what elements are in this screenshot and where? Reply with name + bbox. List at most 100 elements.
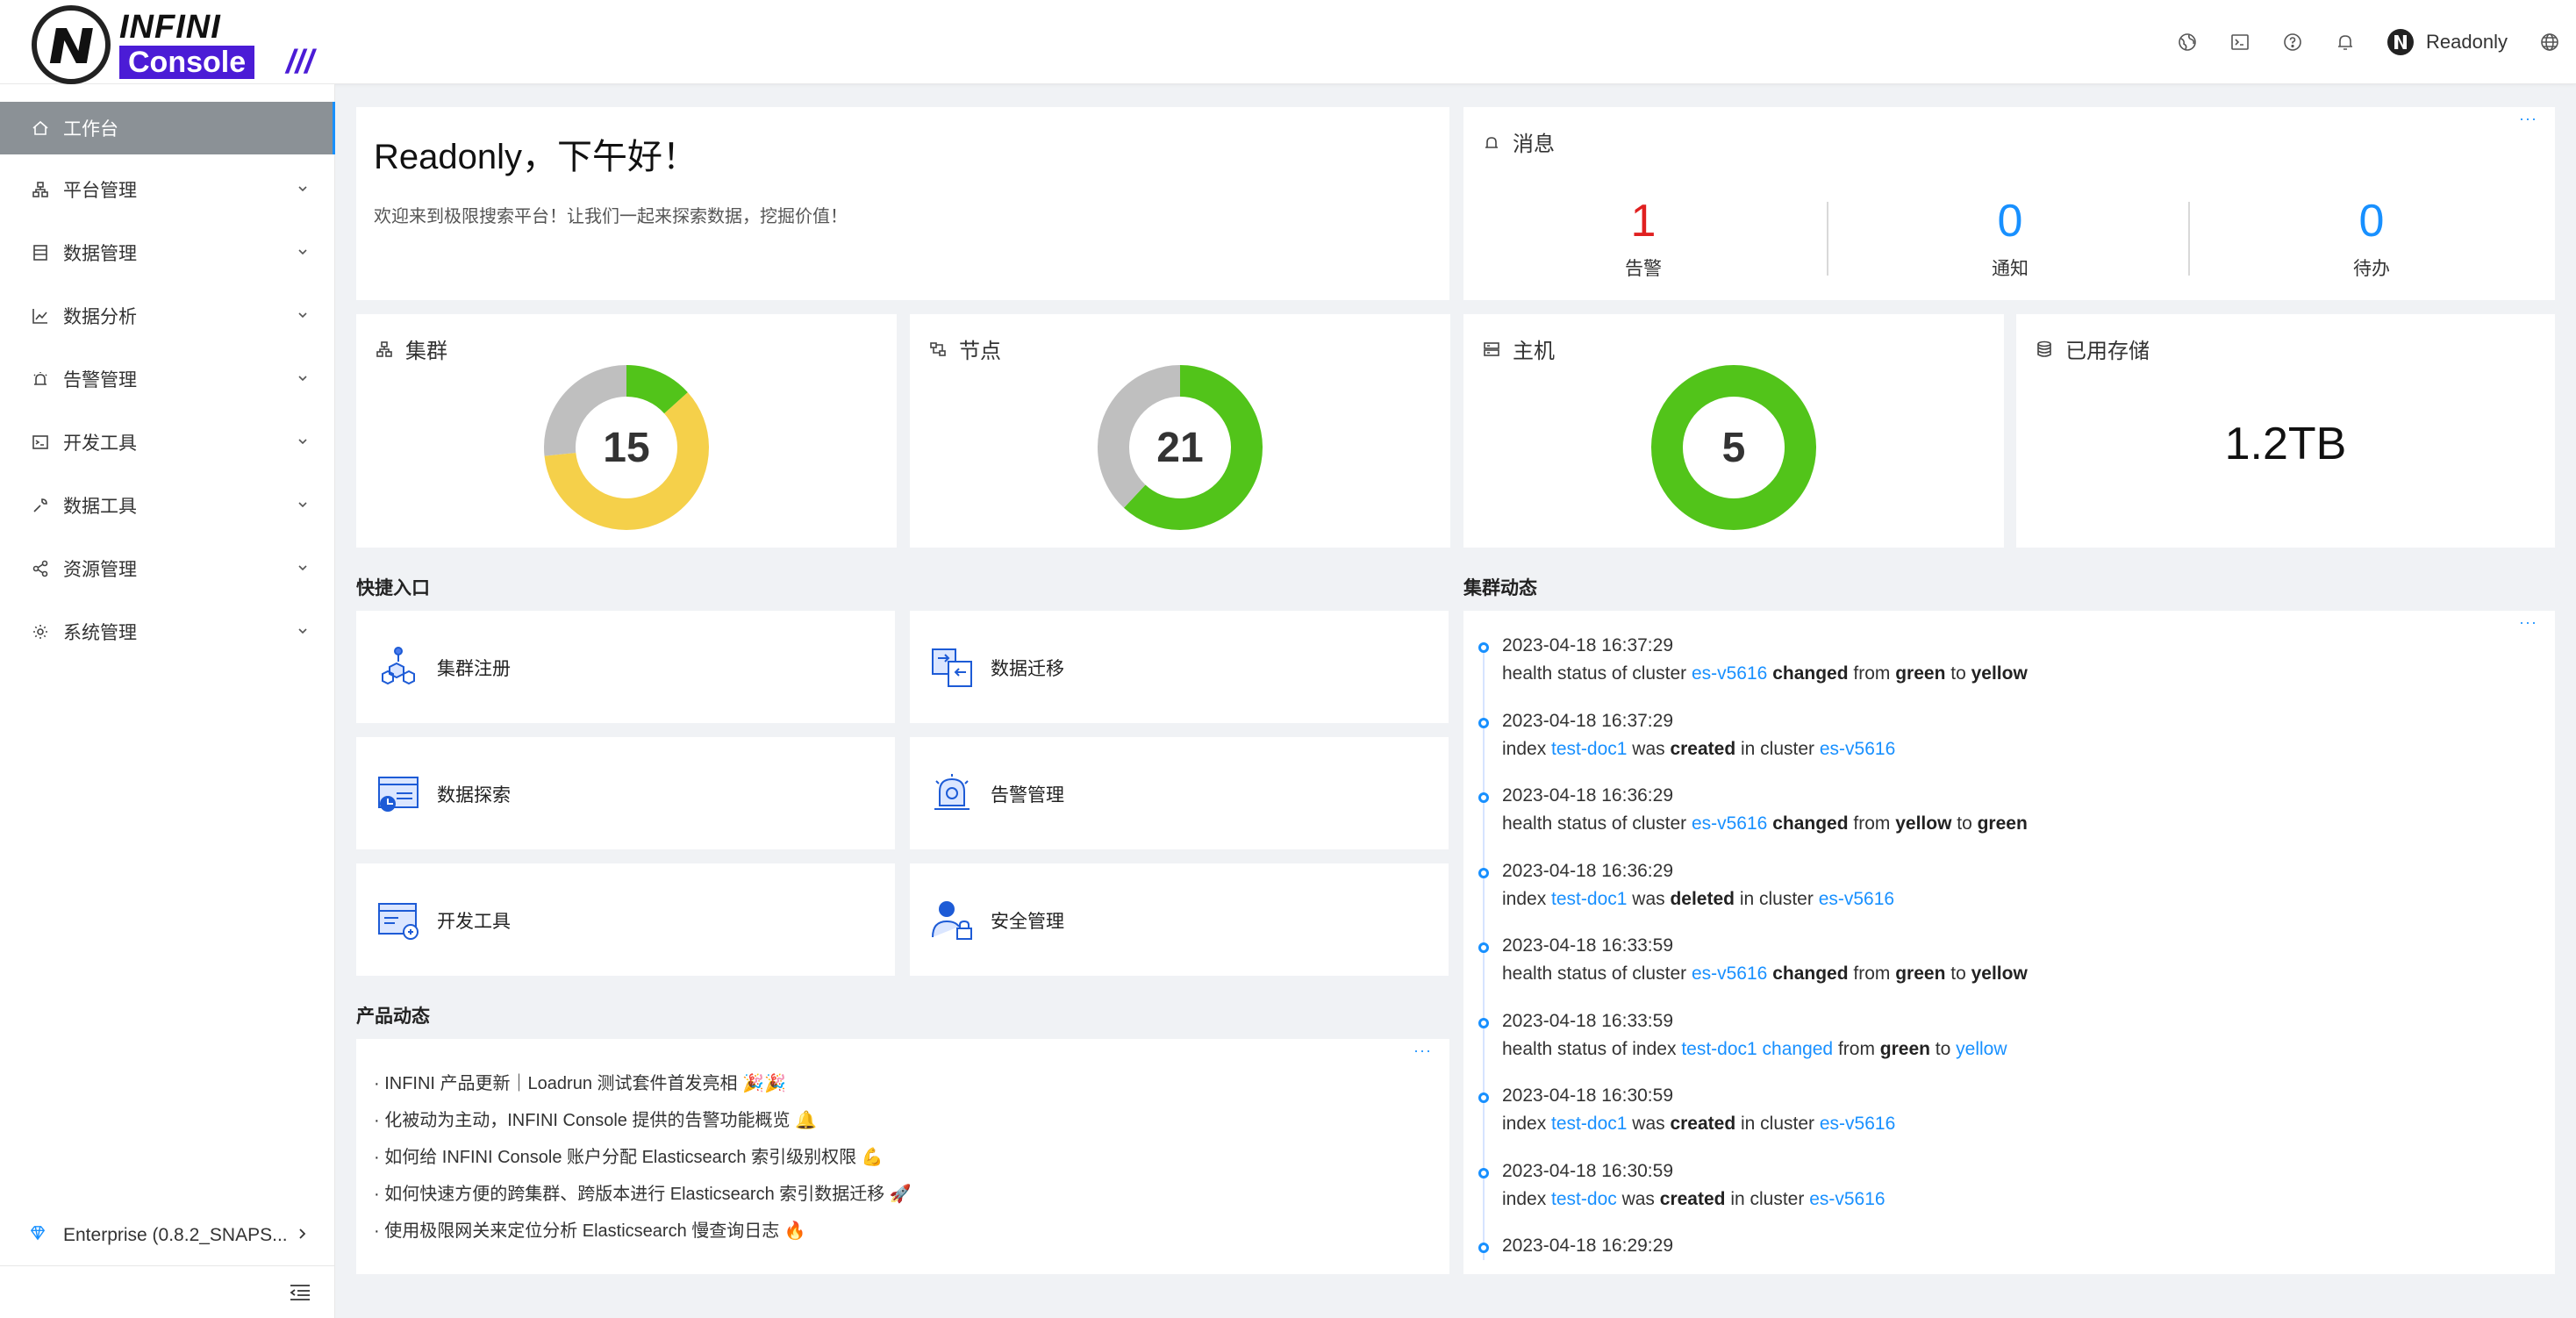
event-fragment: in cluster xyxy=(1735,738,1820,759)
event-text: index test-doc1 was created in cluster e… xyxy=(1502,739,1895,760)
edition-info[interactable]: Enterprise (0.8.2_SNAPS... xyxy=(0,1211,335,1260)
event-fragment: to xyxy=(1945,663,1971,684)
event-time: 2023-04-18 16:33:59 xyxy=(1502,1010,1673,1031)
event-link[interactable]: es-v5616 xyxy=(1692,663,1767,684)
database-icon xyxy=(2037,340,2051,357)
timeline-dot xyxy=(1478,1167,1489,1178)
event-link[interactable]: es-v5616 xyxy=(1692,813,1767,834)
news-item[interactable]: · 使用极限网关来定位分析 Elasticsearch 慢查询日志 🔥 xyxy=(374,1216,806,1242)
sidebar-item-label: 数据工具 xyxy=(63,497,137,517)
event-link[interactable]: es-v5616 xyxy=(1820,1114,1895,1134)
event-link[interactable]: es-v5616 xyxy=(1820,739,1895,759)
node-icon xyxy=(930,341,946,356)
quick-entry-label: 数据探索 xyxy=(437,785,511,806)
event-fragment: health status of cluster xyxy=(1502,813,1692,834)
host-stat-card[interactable]: 主机 5 xyxy=(1463,314,2004,548)
avatar xyxy=(2387,29,2415,55)
event-time: 2023-04-18 16:30:59 xyxy=(1502,1085,1673,1106)
event-time: 2023-04-18 16:36:29 xyxy=(1502,785,1673,806)
chevron-down-icon xyxy=(298,439,307,445)
event-fragment: index xyxy=(1502,888,1552,909)
chevron-down-icon xyxy=(298,186,307,192)
timeline-dot xyxy=(1478,792,1489,803)
event-keyword: deleted xyxy=(1670,888,1735,909)
news-item[interactable]: · 如何给 INFINI Console 账户分配 Elasticsearch … xyxy=(374,1143,884,1168)
event-fragment: from xyxy=(1848,663,1896,684)
globe-icon[interactable] xyxy=(2523,0,2576,84)
more-icon[interactable]: ··· xyxy=(2519,614,2537,630)
event-fragment: in cluster xyxy=(1725,1188,1810,1209)
event-keyword: changed xyxy=(1772,663,1849,684)
timeline-dot xyxy=(1478,942,1489,953)
language-globe-icon[interactable] xyxy=(2161,0,2214,84)
event-link[interactable]: test-doc1 changed xyxy=(1681,1039,1833,1059)
node-stat-card[interactable]: 节点 21 xyxy=(910,314,1450,548)
event-fragment: from xyxy=(1848,963,1896,984)
sidebar-item-system[interactable]: 系统管理 xyxy=(0,605,335,658)
alert-count[interactable]: 1 告警 xyxy=(1463,195,1823,281)
event-link[interactable]: test-doc1 xyxy=(1551,1114,1627,1134)
event-link[interactable]: yellow xyxy=(1956,1039,2007,1059)
cluster-stat-card[interactable]: 集群 15 xyxy=(356,314,897,548)
timeline-dot xyxy=(1478,642,1489,653)
event-link[interactable]: es-v5616 xyxy=(1692,963,1767,984)
event-link[interactable]: es-v5616 xyxy=(1809,1189,1885,1209)
host-count: 5 xyxy=(1721,424,1746,471)
news-item[interactable]: · 化被动为主动，INFINI Console 提供的告警功能概览 🔔 xyxy=(374,1106,817,1131)
event-fragment: in cluster xyxy=(1734,888,1819,909)
sidebar-item-platform[interactable]: 平台管理 xyxy=(0,163,335,216)
event-time: 2023-04-18 16:37:29 xyxy=(1502,710,1673,731)
user-menu[interactable]: Readonly xyxy=(2372,0,2523,84)
bell-icon[interactable] xyxy=(2319,0,2372,84)
terminal-icon[interactable] xyxy=(2214,0,2266,84)
event-fragment: was xyxy=(1627,888,1671,909)
notice-count-label: 通知 xyxy=(1992,259,2029,279)
cluster-donut-chart: 15 xyxy=(542,363,711,532)
security-icon xyxy=(932,901,972,940)
sidebar-item-data-manage[interactable]: 数据管理 xyxy=(0,226,335,279)
product-news-card: ··· · INFINI 产品更新｜Loadrun 测试套件首发亮相 🎉🎉 · … xyxy=(356,1039,1449,1274)
event-fragment: health status of cluster xyxy=(1502,963,1692,984)
todo-count[interactable]: 0 待办 xyxy=(2192,195,2551,281)
quick-entry-cluster-register[interactable]: 集群注册 xyxy=(356,611,895,723)
sidebar-item-workbench[interactable]: 工作台 xyxy=(0,102,335,154)
sidebar-item-dev-tools[interactable]: 开发工具 xyxy=(0,416,335,469)
event-keyword: created xyxy=(1670,738,1736,759)
cluster-icon xyxy=(376,340,392,357)
event-link[interactable]: test-doc xyxy=(1551,1189,1617,1209)
quick-entry-security[interactable]: 安全管理 xyxy=(910,863,1449,976)
event-fragment: was xyxy=(1627,738,1671,759)
event-fragment: to xyxy=(1945,963,1971,984)
sidebar-item-data-tools[interactable]: 数据工具 xyxy=(0,479,335,532)
quick-entry-alert-manage[interactable]: 告警管理 xyxy=(910,737,1449,849)
more-icon[interactable]: ··· xyxy=(2519,111,2537,126)
sidebar-item-data-analysis[interactable]: 数据分析 xyxy=(0,290,335,342)
quick-entry-data-explore[interactable]: 数据探索 xyxy=(356,737,895,849)
home-icon xyxy=(30,118,51,139)
event-link[interactable]: test-doc1 xyxy=(1551,889,1627,909)
more-icon[interactable]: ··· xyxy=(1413,1042,1432,1058)
news-item[interactable]: · 如何快速方便的跨集群、跨版本进行 Elasticsearch 索引数据迁移 … xyxy=(374,1179,912,1205)
sidebar-item-resources[interactable]: 资源管理 xyxy=(0,542,335,595)
news-item[interactable]: · INFINI 产品更新｜Loadrun 测试套件首发亮相 🎉🎉 xyxy=(374,1069,786,1094)
timeline-dot xyxy=(1478,1243,1489,1253)
event-time: 2023-04-18 16:30:59 xyxy=(1502,1160,1673,1181)
todo-count-value: 0 xyxy=(2358,196,2385,247)
data-migration-icon xyxy=(932,648,972,687)
sidebar-item-alerts[interactable]: 告警管理 xyxy=(0,353,335,405)
quick-entry-data-migration[interactable]: 数据迁移 xyxy=(910,611,1449,723)
gear-icon xyxy=(30,621,51,642)
quick-entry-dev-tools[interactable]: 开发工具 xyxy=(356,863,895,976)
event-fragment: index xyxy=(1502,1114,1552,1134)
event-fragment: index xyxy=(1502,1188,1552,1209)
timeline-dot xyxy=(1478,717,1489,728)
event-link[interactable]: test-doc1 xyxy=(1551,739,1627,759)
alarm-icon xyxy=(1485,136,1498,148)
help-icon[interactable] xyxy=(2266,0,2319,84)
app-logo[interactable]: INFINI Console /// xyxy=(32,5,314,84)
sidebar-collapse-button[interactable] xyxy=(0,1265,335,1318)
notice-count[interactable]: 0 通知 xyxy=(1830,195,2190,281)
event-link[interactable]: es-v5616 xyxy=(1819,889,1894,909)
sidebar-item-label: 工作台 xyxy=(63,119,118,140)
event-text: health status of cluster es-v5616 change… xyxy=(1502,813,2028,834)
